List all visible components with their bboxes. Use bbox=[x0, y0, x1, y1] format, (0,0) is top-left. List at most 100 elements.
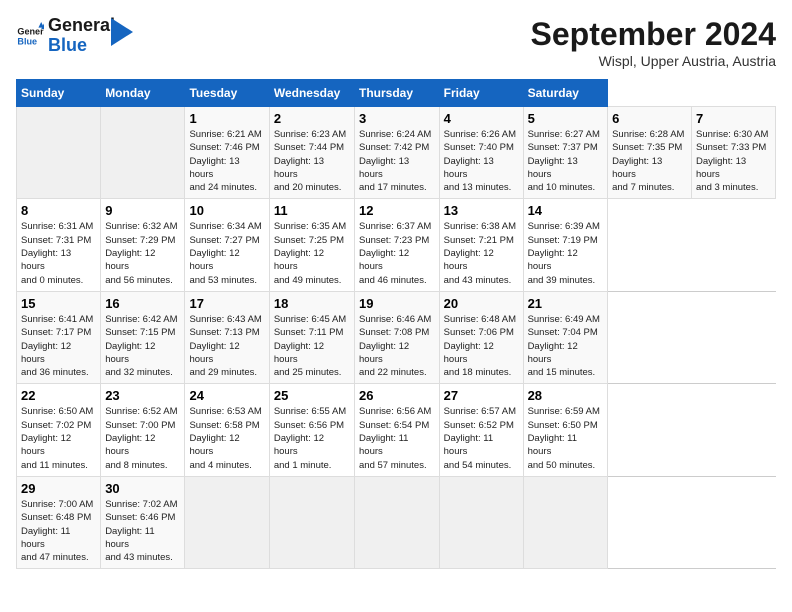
day-info: Sunrise: 6:53 AMSunset: 6:58 PMDaylight:… bbox=[189, 406, 261, 470]
day-number: 9 bbox=[105, 203, 180, 218]
day-number: 8 bbox=[21, 203, 96, 218]
day-info: Sunrise: 6:27 AMSunset: 7:37 PMDaylight:… bbox=[528, 129, 600, 193]
day-info: Sunrise: 6:46 AMSunset: 7:08 PMDaylight:… bbox=[359, 314, 431, 378]
day-number: 25 bbox=[274, 388, 350, 403]
day-number: 23 bbox=[105, 388, 180, 403]
day-number: 30 bbox=[105, 481, 180, 496]
weekday-header: Tuesday bbox=[185, 80, 269, 107]
day-info: Sunrise: 6:28 AMSunset: 7:35 PMDaylight:… bbox=[612, 129, 684, 193]
calendar-header-row: SundayMondayTuesdayWednesdayThursdayFrid… bbox=[17, 80, 776, 107]
day-info: Sunrise: 6:34 AMSunset: 7:27 PMDaylight:… bbox=[189, 221, 261, 285]
calendar-cell: 2 Sunrise: 6:23 AMSunset: 7:44 PMDayligh… bbox=[269, 107, 354, 199]
day-number: 27 bbox=[444, 388, 519, 403]
day-info: Sunrise: 6:57 AMSunset: 6:52 PMDaylight:… bbox=[444, 406, 516, 470]
day-info: Sunrise: 6:39 AMSunset: 7:19 PMDaylight:… bbox=[528, 221, 600, 285]
day-info: Sunrise: 6:55 AMSunset: 6:56 PMDaylight:… bbox=[274, 406, 346, 470]
weekday-header: Thursday bbox=[355, 80, 440, 107]
calendar-cell: 1 Sunrise: 6:21 AMSunset: 7:46 PMDayligh… bbox=[185, 107, 269, 199]
day-number: 15 bbox=[21, 296, 96, 311]
calendar-cell: 28 Sunrise: 6:59 AMSunset: 6:50 PMDaylig… bbox=[523, 384, 608, 476]
day-number: 26 bbox=[359, 388, 435, 403]
day-info: Sunrise: 6:23 AMSunset: 7:44 PMDaylight:… bbox=[274, 129, 346, 193]
location: Wispl, Upper Austria, Austria bbox=[531, 53, 776, 69]
day-number: 16 bbox=[105, 296, 180, 311]
svg-text:General: General bbox=[17, 26, 44, 36]
day-info: Sunrise: 7:02 AMSunset: 6:46 PMDaylight:… bbox=[105, 499, 177, 563]
day-number: 7 bbox=[696, 111, 771, 126]
day-info: Sunrise: 6:59 AMSunset: 6:50 PMDaylight:… bbox=[528, 406, 600, 470]
calendar-week-row: 8 Sunrise: 6:31 AMSunset: 7:31 PMDayligh… bbox=[17, 199, 776, 291]
calendar-cell: 16 Sunrise: 6:42 AMSunset: 7:15 PMDaylig… bbox=[101, 291, 185, 383]
day-number: 17 bbox=[189, 296, 264, 311]
weekday-header: Saturday bbox=[523, 80, 608, 107]
calendar-cell bbox=[355, 476, 440, 568]
calendar-cell: 29 Sunrise: 7:00 AMSunset: 6:48 PMDaylig… bbox=[17, 476, 101, 568]
day-info: Sunrise: 6:50 AMSunset: 7:02 PMDaylight:… bbox=[21, 406, 93, 470]
day-info: Sunrise: 6:32 AMSunset: 7:29 PMDaylight:… bbox=[105, 221, 177, 285]
calendar-cell: 24 Sunrise: 6:53 AMSunset: 6:58 PMDaylig… bbox=[185, 384, 269, 476]
calendar-week-row: 1 Sunrise: 6:21 AMSunset: 7:46 PMDayligh… bbox=[17, 107, 776, 199]
day-info: Sunrise: 6:49 AMSunset: 7:04 PMDaylight:… bbox=[528, 314, 600, 378]
day-number: 14 bbox=[528, 203, 604, 218]
calendar-cell: 20 Sunrise: 6:48 AMSunset: 7:06 PMDaylig… bbox=[439, 291, 523, 383]
page: General Blue General Blue September 2024… bbox=[0, 0, 792, 612]
calendar-cell: 23 Sunrise: 6:52 AMSunset: 7:00 PMDaylig… bbox=[101, 384, 185, 476]
calendar-cell: 18 Sunrise: 6:45 AMSunset: 7:11 PMDaylig… bbox=[269, 291, 354, 383]
calendar-cell: 4 Sunrise: 6:26 AMSunset: 7:40 PMDayligh… bbox=[439, 107, 523, 199]
calendar-cell: 19 Sunrise: 6:46 AMSunset: 7:08 PMDaylig… bbox=[355, 291, 440, 383]
day-info: Sunrise: 6:21 AMSunset: 7:46 PMDaylight:… bbox=[189, 129, 261, 193]
day-info: Sunrise: 6:56 AMSunset: 6:54 PMDaylight:… bbox=[359, 406, 431, 470]
calendar-cell: 10 Sunrise: 6:34 AMSunset: 7:27 PMDaylig… bbox=[185, 199, 269, 291]
weekday-header: Wednesday bbox=[269, 80, 354, 107]
logo-blue-text: Blue bbox=[48, 36, 115, 56]
calendar-cell bbox=[523, 476, 608, 568]
calendar-cell bbox=[17, 107, 101, 199]
day-info: Sunrise: 6:45 AMSunset: 7:11 PMDaylight:… bbox=[274, 314, 346, 378]
calendar-cell: 7 Sunrise: 6:30 AMSunset: 7:33 PMDayligh… bbox=[692, 107, 776, 199]
day-info: Sunrise: 6:30 AMSunset: 7:33 PMDaylight:… bbox=[696, 129, 768, 193]
calendar-cell: 11 Sunrise: 6:35 AMSunset: 7:25 PMDaylig… bbox=[269, 199, 354, 291]
calendar-cell: 8 Sunrise: 6:31 AMSunset: 7:31 PMDayligh… bbox=[17, 199, 101, 291]
calendar-week-row: 29 Sunrise: 7:00 AMSunset: 6:48 PMDaylig… bbox=[17, 476, 776, 568]
day-number: 18 bbox=[274, 296, 350, 311]
day-number: 29 bbox=[21, 481, 96, 496]
day-number: 2 bbox=[274, 111, 350, 126]
day-info: Sunrise: 7:00 AMSunset: 6:48 PMDaylight:… bbox=[21, 499, 93, 563]
logo: General Blue General Blue bbox=[16, 16, 133, 56]
calendar-cell: 5 Sunrise: 6:27 AMSunset: 7:37 PMDayligh… bbox=[523, 107, 608, 199]
calendar-cell: 26 Sunrise: 6:56 AMSunset: 6:54 PMDaylig… bbox=[355, 384, 440, 476]
day-number: 21 bbox=[528, 296, 604, 311]
calendar-cell bbox=[185, 476, 269, 568]
calendar-cell: 30 Sunrise: 7:02 AMSunset: 6:46 PMDaylig… bbox=[101, 476, 185, 568]
calendar-cell: 14 Sunrise: 6:39 AMSunset: 7:19 PMDaylig… bbox=[523, 199, 608, 291]
day-number: 4 bbox=[444, 111, 519, 126]
day-info: Sunrise: 6:42 AMSunset: 7:15 PMDaylight:… bbox=[105, 314, 177, 378]
day-info: Sunrise: 6:31 AMSunset: 7:31 PMDaylight:… bbox=[21, 221, 93, 285]
logo-general-text: General bbox=[48, 16, 115, 36]
day-number: 24 bbox=[189, 388, 264, 403]
calendar-cell: 27 Sunrise: 6:57 AMSunset: 6:52 PMDaylig… bbox=[439, 384, 523, 476]
svg-text:Blue: Blue bbox=[17, 36, 37, 46]
calendar-cell: 3 Sunrise: 6:24 AMSunset: 7:42 PMDayligh… bbox=[355, 107, 440, 199]
day-number: 12 bbox=[359, 203, 435, 218]
day-number: 22 bbox=[21, 388, 96, 403]
day-number: 1 bbox=[189, 111, 264, 126]
day-number: 6 bbox=[612, 111, 687, 126]
calendar-cell: 12 Sunrise: 6:37 AMSunset: 7:23 PMDaylig… bbox=[355, 199, 440, 291]
logo-icon: General Blue bbox=[16, 22, 44, 50]
day-info: Sunrise: 6:52 AMSunset: 7:00 PMDaylight:… bbox=[105, 406, 177, 470]
day-info: Sunrise: 6:43 AMSunset: 7:13 PMDaylight:… bbox=[189, 314, 261, 378]
calendar-week-row: 22 Sunrise: 6:50 AMSunset: 7:02 PMDaylig… bbox=[17, 384, 776, 476]
weekday-header: Friday bbox=[439, 80, 523, 107]
title-block: September 2024 Wispl, Upper Austria, Aus… bbox=[531, 16, 776, 69]
calendar-cell bbox=[439, 476, 523, 568]
calendar-cell: 17 Sunrise: 6:43 AMSunset: 7:13 PMDaylig… bbox=[185, 291, 269, 383]
day-info: Sunrise: 6:48 AMSunset: 7:06 PMDaylight:… bbox=[444, 314, 516, 378]
calendar-cell: 21 Sunrise: 6:49 AMSunset: 7:04 PMDaylig… bbox=[523, 291, 608, 383]
day-info: Sunrise: 6:24 AMSunset: 7:42 PMDaylight:… bbox=[359, 129, 431, 193]
calendar-cell: 6 Sunrise: 6:28 AMSunset: 7:35 PMDayligh… bbox=[608, 107, 692, 199]
day-info: Sunrise: 6:35 AMSunset: 7:25 PMDaylight:… bbox=[274, 221, 346, 285]
day-info: Sunrise: 6:41 AMSunset: 7:17 PMDaylight:… bbox=[21, 314, 93, 378]
month-title: September 2024 bbox=[531, 16, 776, 53]
weekday-header: Monday bbox=[101, 80, 185, 107]
